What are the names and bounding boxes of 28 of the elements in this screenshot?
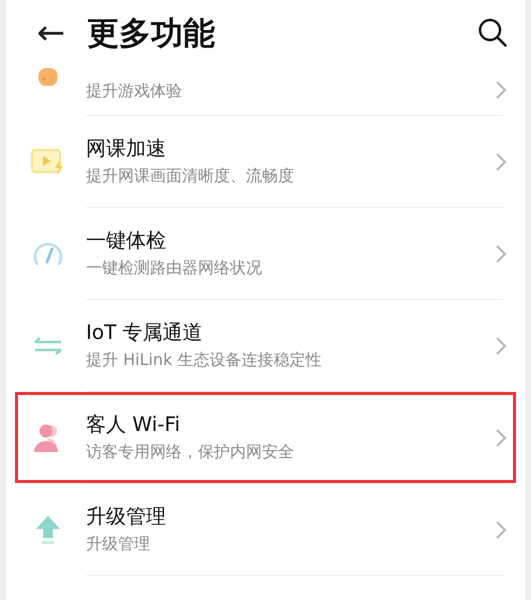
list-item[interactable]: 升级管理 升级管理 xyxy=(15,484,516,575)
chevron-right-icon xyxy=(495,336,507,356)
page-title: 更多功能 xyxy=(87,12,215,54)
item-title: 升级管理 xyxy=(86,503,167,530)
chevron-right-icon xyxy=(495,80,507,100)
list-item[interactable]: IoT 专属通道 提升 HiLink 生态设备连接稳定性 xyxy=(15,300,516,391)
item-title: IoT 专属通道 xyxy=(86,319,204,346)
item-subtitle: 访客专用网络，保护内网安全 xyxy=(86,441,295,463)
transfer-arrows-icon xyxy=(33,336,63,356)
chevron-right-icon xyxy=(495,244,507,264)
upload-arrow-icon xyxy=(35,514,61,544)
item-subtitle: 升级管理 xyxy=(86,533,151,555)
item-title: 一键体检 xyxy=(86,227,167,254)
chevron-right-icon xyxy=(495,520,507,540)
back-button[interactable]: ← xyxy=(29,16,73,50)
list-item[interactable]: 客人 Wi-Fi 访客专用网络，保护内网安全 xyxy=(15,392,516,483)
item-subtitle: 提升 HiLink 生态设备连接稳定性 xyxy=(86,349,322,371)
video-play-icon xyxy=(31,148,65,176)
item-subtitle: 提升网课画面清晰度、流畅度 xyxy=(86,165,295,187)
list-item[interactable]: 网课加速 提升网课画面清晰度、流畅度 xyxy=(15,116,516,207)
chevron-right-icon xyxy=(495,152,507,172)
search-icon[interactable] xyxy=(478,18,508,48)
item-subtitle: 一键检测路由器网络状况 xyxy=(86,257,263,279)
item-subtitle: 提升游戏体验 xyxy=(86,80,183,102)
item-title: 客人 Wi-Fi xyxy=(86,411,182,438)
chevron-right-icon xyxy=(495,428,507,448)
list-item[interactable]: 一键体检 一键检测路由器网络状况 xyxy=(15,208,516,299)
item-title: 网课加速 xyxy=(86,135,167,162)
